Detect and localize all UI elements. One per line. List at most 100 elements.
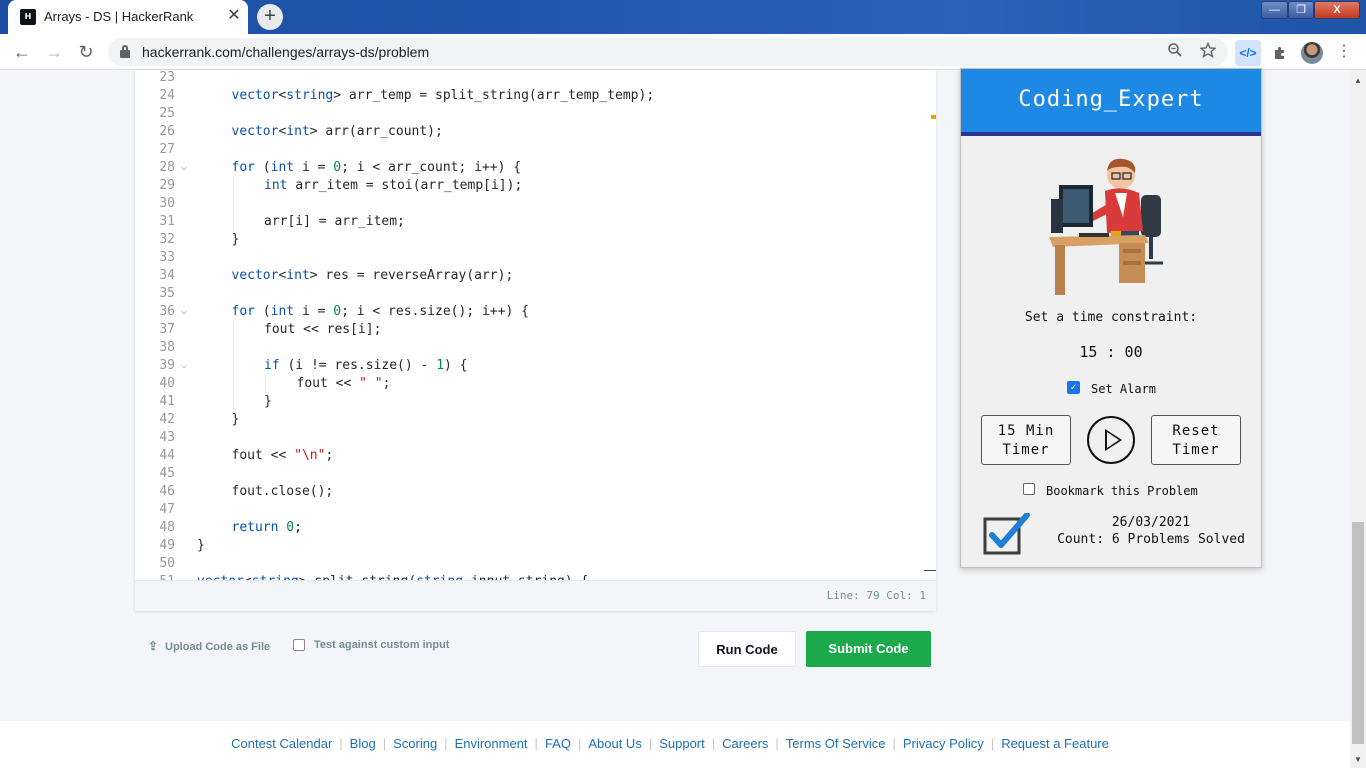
code-line[interactable]: 38 bbox=[135, 339, 924, 357]
indent-guide bbox=[232, 195, 234, 213]
star-icon[interactable] bbox=[1198, 41, 1218, 62]
code-editor: 23 24 vector<string> arr_temp = split_stri… bbox=[135, 70, 936, 611]
footer-link-scoring[interactable]: Scoring bbox=[393, 736, 437, 751]
editor-scrollbar[interactable] bbox=[924, 570, 936, 580]
code-line[interactable]: 28 ⌵ for (int i = 0; i < arr_count; i++) { bbox=[135, 159, 924, 177]
line-number: 27 bbox=[159, 142, 175, 157]
code-line[interactable]: 51 ⌵ vector<string> split_string(string in… bbox=[135, 573, 924, 580]
puzzle-icon[interactable] bbox=[1267, 40, 1293, 66]
footer-link-about-us[interactable]: About Us bbox=[588, 736, 641, 751]
maximize-button[interactable]: ❐ bbox=[1288, 1, 1314, 19]
code-line[interactable]: 33 bbox=[135, 249, 924, 267]
time-constraint-label: Set a time constraint: bbox=[1024, 310, 1198, 325]
code-line[interactable]: 41} bbox=[135, 393, 924, 411]
footer-separator: | bbox=[892, 736, 896, 751]
code-line[interactable]: 32} bbox=[135, 231, 924, 249]
minimize-button[interactable]: — bbox=[1261, 1, 1288, 19]
line-number: 30 bbox=[159, 196, 175, 211]
tab-title: Arrays - DS | HackerRank bbox=[44, 9, 194, 24]
code-line[interactable]: 23 bbox=[135, 70, 924, 87]
fold-chevron-icon[interactable]: ⌵ bbox=[181, 573, 193, 580]
profile-avatar[interactable] bbox=[1301, 42, 1323, 64]
code-line[interactable]: 43 bbox=[135, 429, 924, 447]
code-area[interactable]: 23 24 vector<string> arr_temp = split_stri… bbox=[135, 70, 924, 580]
code-line[interactable]: 34 vector<int> res = reverseArray(arr); bbox=[135, 267, 924, 285]
code-line[interactable]: 24 vector<string> arr_temp = split_string… bbox=[135, 87, 924, 105]
code-line[interactable]: 25 bbox=[135, 105, 924, 123]
footer-link-support[interactable]: Support bbox=[659, 736, 705, 751]
menu-icon[interactable]: ⋮ bbox=[1336, 40, 1352, 64]
code-line[interactable]: 30 bbox=[135, 195, 924, 213]
footer-link-contest-calendar[interactable]: Contest Calendar bbox=[231, 736, 332, 751]
line-number: 43 bbox=[159, 430, 175, 445]
code-line[interactable]: 39 ⌵ if (i != res.size() - 1) { bbox=[135, 357, 924, 375]
lock-icon[interactable] bbox=[120, 45, 130, 58]
submit-code-button[interactable]: Submit Code bbox=[806, 631, 931, 667]
line-number: 41 bbox=[159, 394, 175, 409]
custom-input-checkbox[interactable] bbox=[293, 639, 305, 651]
code-line[interactable]: 49} bbox=[135, 537, 924, 555]
custom-input-label[interactable]: Test against custom input bbox=[314, 639, 449, 651]
reset-timer-button[interactable]: Reset Timer bbox=[1151, 415, 1241, 465]
code-line[interactable]: 36 ⌵ for (int i = 0; i < res.size(); i++) … bbox=[135, 303, 924, 321]
line-number: 45 bbox=[159, 466, 175, 481]
footer-link-terms-of-service[interactable]: Terms Of Service bbox=[786, 736, 886, 751]
scroll-down-arrow-icon[interactable]: ▼ bbox=[1354, 755, 1362, 764]
fold-chevron-icon[interactable]: ⌵ bbox=[181, 303, 193, 321]
bookmark-label[interactable]: Bookmark this Problem bbox=[1046, 484, 1198, 498]
scroll-up-arrow-icon[interactable]: ▲ bbox=[1354, 76, 1362, 85]
new-tab-button[interactable]: + bbox=[257, 4, 283, 30]
tab-close-icon[interactable]: ✕ bbox=[226, 7, 242, 25]
bookmark-checkbox[interactable] bbox=[1023, 483, 1035, 495]
page-scrollbar[interactable]: ▲ ▼ bbox=[1350, 70, 1366, 768]
play-button[interactable] bbox=[1087, 416, 1135, 464]
fold-chevron-icon[interactable]: ⌵ bbox=[181, 159, 193, 177]
line-number: 38 bbox=[159, 340, 175, 355]
play-icon bbox=[1105, 429, 1122, 451]
code-line[interactable]: 37 fout << res[i]; bbox=[135, 321, 924, 339]
code-line[interactable]: 29 int arr_item = stoi(arr_temp[i]); bbox=[135, 177, 924, 195]
code-line[interactable]: 27 bbox=[135, 141, 924, 159]
fold-chevron-icon[interactable]: ⌵ bbox=[181, 357, 193, 375]
line-number: 36 bbox=[159, 304, 175, 319]
back-button[interactable]: ← bbox=[10, 40, 34, 64]
extension-code-icon[interactable]: </> bbox=[1235, 40, 1261, 66]
code-line[interactable]: 31 arr[i] = arr_item; bbox=[135, 213, 924, 231]
footer-link-privacy-policy[interactable]: Privacy Policy bbox=[903, 736, 984, 751]
code-line[interactable]: 40 fout << " "; bbox=[135, 375, 924, 393]
forward-button[interactable]: → bbox=[42, 40, 66, 64]
footer-link-careers[interactable]: Careers bbox=[722, 736, 768, 751]
code-line[interactable]: 48 return 0; bbox=[135, 519, 924, 537]
code-line[interactable]: 45 bbox=[135, 465, 924, 483]
set-alarm-label[interactable]: Set Alarm bbox=[1091, 382, 1156, 396]
close-window-button[interactable]: X bbox=[1314, 1, 1360, 19]
set-alarm-checkbox[interactable]: ✓ bbox=[1067, 381, 1080, 394]
footer-link-faq[interactable]: FAQ bbox=[545, 736, 571, 751]
footer-link-request-a-feature[interactable]: Request a Feature bbox=[1001, 736, 1109, 751]
code-text: arr[i] = arr_item; bbox=[264, 214, 405, 229]
page-footer: Contest Calendar | Blog | Scoring | Environmen… bbox=[0, 721, 1350, 768]
address-bar[interactable]: hackerrank.com/challenges/arrays-ds/prob… bbox=[108, 38, 1228, 66]
code-line[interactable]: 42} bbox=[135, 411, 924, 429]
upload-code-link[interactable]: ⇪ Upload Code as File bbox=[147, 639, 270, 653]
15-min-timer-button[interactable]: 15 Min Timer bbox=[981, 415, 1071, 465]
scroll-thumb[interactable] bbox=[1352, 522, 1364, 744]
line-number: 42 bbox=[159, 412, 175, 427]
zoom-icon[interactable] bbox=[1165, 42, 1185, 62]
line-number: 46 bbox=[159, 484, 175, 499]
code-line[interactable]: 35 bbox=[135, 285, 924, 303]
code-line[interactable]: 46 fout.close(); bbox=[135, 483, 924, 501]
reload-button[interactable]: ↻ bbox=[74, 40, 98, 64]
run-code-button[interactable]: Run Code bbox=[698, 631, 796, 667]
code-line[interactable]: 50 bbox=[135, 555, 924, 573]
footer-link-blog[interactable]: Blog bbox=[350, 736, 376, 751]
code-line[interactable]: 44 fout << "\n"; bbox=[135, 447, 924, 465]
url-text[interactable]: hackerrank.com/challenges/arrays-ds/prob… bbox=[142, 44, 429, 60]
footer-link-environment[interactable]: Environment bbox=[455, 736, 528, 751]
reset-line1: Reset bbox=[1172, 423, 1220, 439]
code-line[interactable]: 26 vector<int> arr(arr_count); bbox=[135, 123, 924, 141]
footer-links: Contest Calendar | Blog | Scoring | Environmen… bbox=[0, 736, 1340, 751]
code-line[interactable]: 47 bbox=[135, 501, 924, 519]
browser-tab[interactable]: H Arrays - DS | HackerRank ✕ bbox=[8, 0, 248, 34]
timer-display[interactable]: 15 : 00 bbox=[961, 343, 1261, 361]
